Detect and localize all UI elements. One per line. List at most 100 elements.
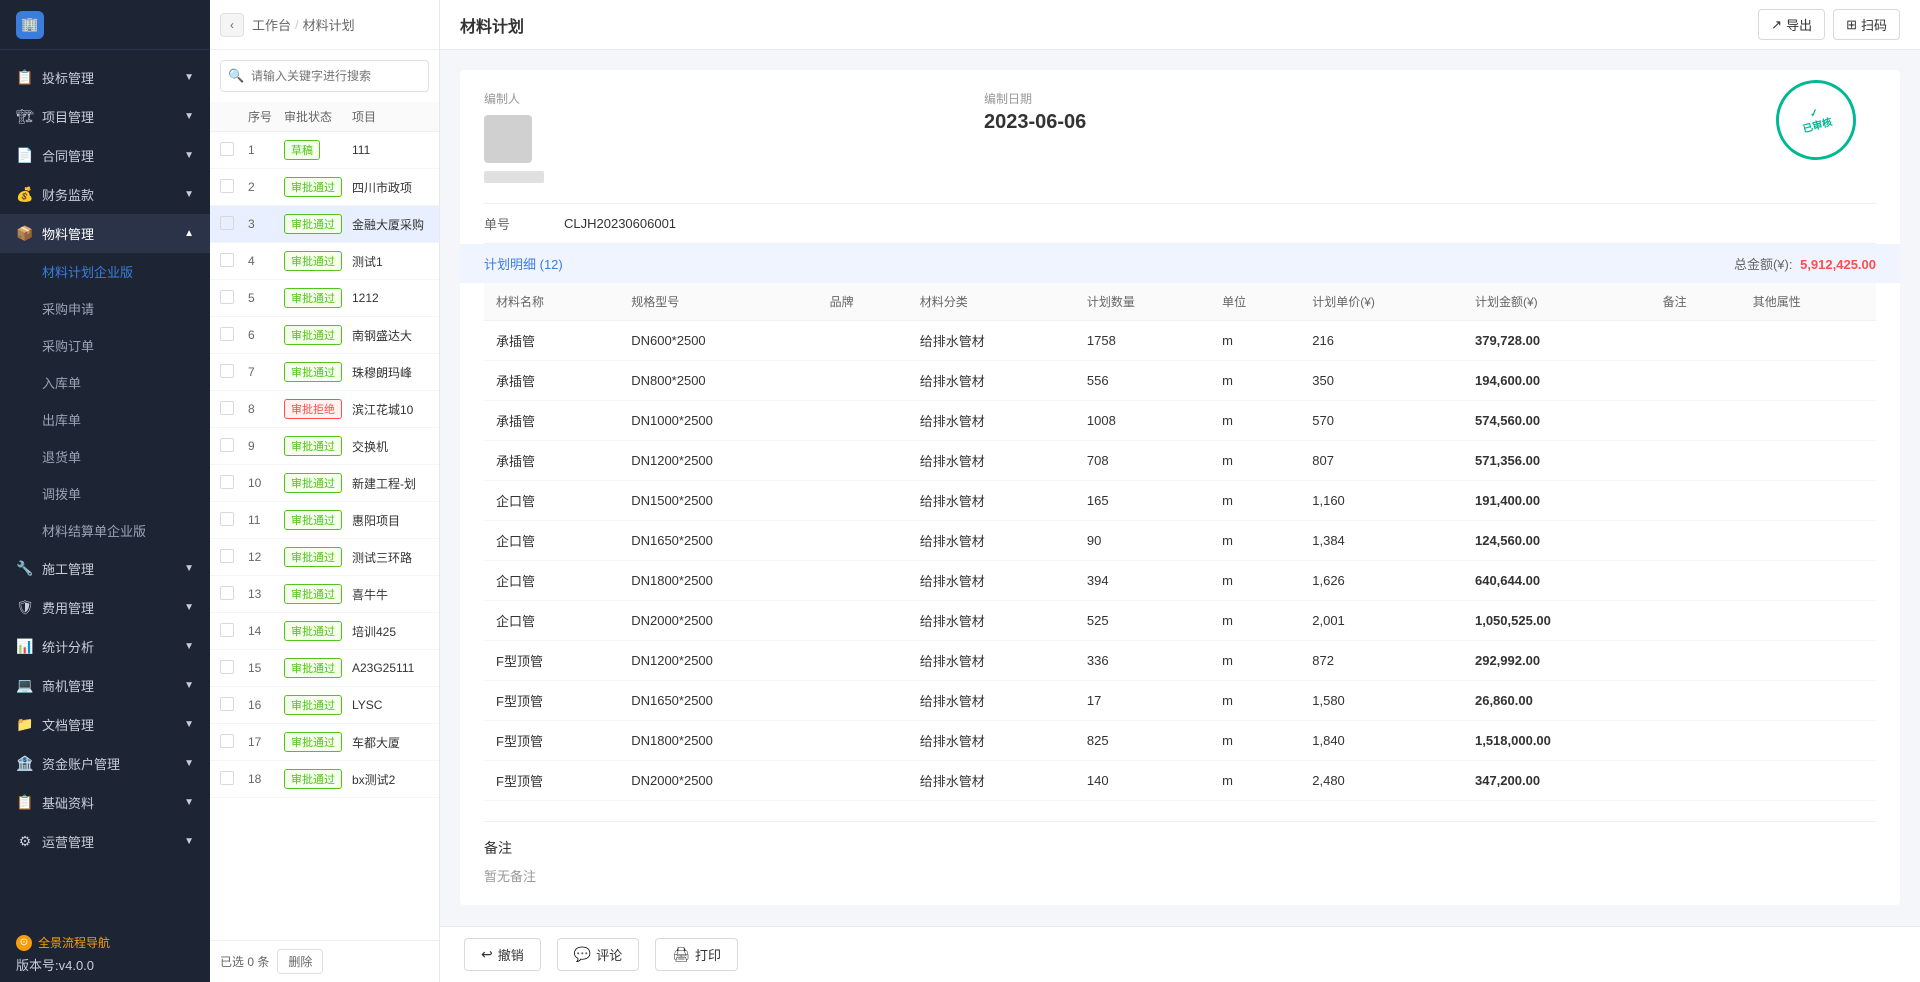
sidebar-item-machine-mgmt[interactable]: 💻 商机管理 ▼ <box>0 666 210 705</box>
list-item[interactable]: 12 审批通过 测试三环路 <box>210 539 439 576</box>
sidebar-item-fee-mgmt[interactable]: 🛡 费用管理 ▼ <box>0 588 210 627</box>
list-item[interactable]: 11 审批通过 惠阳项目 <box>210 502 439 539</box>
list-item[interactable]: 14 审批通过 培训425 <box>210 613 439 650</box>
row-checkbox[interactable] <box>220 549 234 563</box>
sidebar-item-stats-analysis[interactable]: 📊 统计分析 ▼ <box>0 627 210 666</box>
list-item[interactable]: 8 审批拒绝 滨江花城10 <box>210 391 439 428</box>
list-item[interactable]: 4 审批通过 测试1 <box>210 243 439 280</box>
td-name: 企口管 <box>484 481 619 521</box>
sidebar-item-account-mgmt[interactable]: 🏦 资金账户管理 ▼ <box>0 744 210 783</box>
row-checkbox[interactable] <box>220 364 234 378</box>
sidebar-item-label: 资金账户管理 <box>42 754 120 773</box>
row-status: 审批通过 <box>284 325 344 345</box>
td-other <box>1741 681 1876 721</box>
global-nav-dot: ⊙ <box>16 935 32 951</box>
sidebar-item-basic-data[interactable]: 📋 基础资料 ▼ <box>0 783 210 822</box>
td-unit-price: 1,160 <box>1300 481 1463 521</box>
row-checkbox[interactable] <box>220 290 234 304</box>
sidebar-sub-item-material-plan[interactable]: 材料计划 企业版 <box>0 253 210 290</box>
td-note <box>1651 601 1741 641</box>
plan-total-label: 总金额(¥): <box>1734 257 1793 272</box>
td-category: 给排水管材 <box>908 321 1075 361</box>
td-other <box>1741 361 1876 401</box>
row-checkbox[interactable] <box>220 253 234 267</box>
sidebar-sub-item-label: 采购订单 <box>42 336 94 355</box>
global-nav[interactable]: ⊙ 全景流程导航 <box>16 934 194 951</box>
row-checkbox[interactable] <box>220 327 234 341</box>
sidebar-item-finance-monitor[interactable]: 💰 财务监款 ▼ <box>0 175 210 214</box>
row-project: 南钢盛达大 <box>352 327 429 344</box>
sidebar-sub-item-purchase-order[interactable]: 采购订单 <box>0 327 210 364</box>
list-item[interactable]: 13 审批通过 喜牛牛 <box>210 576 439 613</box>
sidebar-sub-item-inbound[interactable]: 入库单 <box>0 364 210 401</box>
td-unit-price: 216 <box>1300 321 1463 361</box>
td-name: 承插管 <box>484 441 619 481</box>
table-row: 承插管 DN800*2500 给排水管材 556 m 350 194,600.0… <box>484 361 1876 401</box>
row-checkbox[interactable] <box>220 475 234 489</box>
sidebar-sub-item-purchase-apply[interactable]: 采购申请 <box>0 290 210 327</box>
scan-button[interactable]: ⊞ 扫码 <box>1833 9 1900 40</box>
collapse-button[interactable]: ‹ <box>220 13 244 37</box>
td-note <box>1651 681 1741 721</box>
row-project: 测试1 <box>352 253 429 270</box>
cancel-button[interactable]: ↩ 撤销 <box>464 938 541 971</box>
td-brand <box>818 561 908 601</box>
table-row: 企口管 DN1650*2500 给排水管材 90 m 1,384 124,560… <box>484 521 1876 561</box>
sidebar-item-bid-mgmt[interactable]: 📋 投标管理 ▼ <box>0 58 210 97</box>
list-item[interactable]: 6 审批通过 南钢盛达大 <box>210 317 439 354</box>
row-num: 18 <box>248 772 276 786</box>
table-row: 承插管 DN600*2500 给排水管材 1758 m 216 379,728.… <box>484 321 1876 361</box>
row-checkbox[interactable] <box>220 697 234 711</box>
row-num: 15 <box>248 661 276 675</box>
row-checkbox[interactable] <box>220 734 234 748</box>
row-checkbox[interactable] <box>220 142 234 156</box>
search-input[interactable] <box>220 60 429 92</box>
sidebar-sub-item-return-goods[interactable]: 退货单 <box>0 438 210 475</box>
arrow-icon: ▲ <box>184 228 194 239</box>
list-item[interactable]: 18 审批通过 bx测试2 <box>210 761 439 798</box>
td-qty: 825 <box>1075 721 1210 761</box>
logo-icon: 🏢 <box>16 11 44 39</box>
row-checkbox[interactable] <box>220 586 234 600</box>
td-total: 191,400.00 <box>1463 481 1651 521</box>
list-item[interactable]: 5 审批通过 1212 <box>210 280 439 317</box>
sidebar-item-construction-mgmt[interactable]: 🔧 施工管理 ▼ <box>0 549 210 588</box>
export-button[interactable]: ↗ 导出 <box>1758 9 1825 40</box>
td-qty: 708 <box>1075 441 1210 481</box>
sidebar-item-doc-mgmt[interactable]: 📁 文档管理 ▼ <box>0 705 210 744</box>
sidebar-item-contract-mgmt[interactable]: 📄 合同管理 ▼ <box>0 136 210 175</box>
print-button[interactable]: 🖨 打印 <box>655 938 738 971</box>
sidebar-sub-item-outbound[interactable]: 出库单 <box>0 401 210 438</box>
row-num: 7 <box>248 365 276 379</box>
row-checkbox[interactable] <box>220 512 234 526</box>
row-checkbox[interactable] <box>220 623 234 637</box>
list-item[interactable]: 7 审批通过 珠穆朗玛峰 <box>210 354 439 391</box>
plan-table-header-row: 材料名称 规格型号 品牌 材料分类 计划数量 单位 计划单价(¥) 计划金额(¥… <box>484 283 1876 321</box>
row-checkbox[interactable] <box>220 660 234 674</box>
list-item[interactable]: 9 审批通过 交换机 <box>210 428 439 465</box>
comment-button[interactable]: 💬 评论 <box>557 938 639 971</box>
td-other <box>1741 641 1876 681</box>
sidebar-sub-item-label: 材料计划 <box>42 262 94 281</box>
sidebar-sub-item-material-settle[interactable]: 材料结算单 企业版 <box>0 512 210 549</box>
list-item[interactable]: 1 草稿 111 <box>210 132 439 169</box>
row-checkbox[interactable] <box>220 771 234 785</box>
row-checkbox[interactable] <box>220 438 234 452</box>
delete-button[interactable]: 删除 <box>277 949 323 974</box>
th-unit: 单位 <box>1210 283 1300 321</box>
list-item[interactable]: 10 审批通过 新建工程-划 <box>210 465 439 502</box>
row-checkbox[interactable] <box>220 216 234 230</box>
list-item[interactable]: 15 审批通过 A23G25111 <box>210 650 439 687</box>
row-checkbox[interactable] <box>220 401 234 415</box>
sidebar-sub-item-adjust[interactable]: 调拨单 <box>0 475 210 512</box>
td-note <box>1651 481 1741 521</box>
list-item[interactable]: 16 审批通过 LYSC <box>210 687 439 724</box>
list-item[interactable]: 17 审批通过 车都大厦 <box>210 724 439 761</box>
list-item[interactable]: 2 审批通过 四川市政项 <box>210 169 439 206</box>
sidebar-item-ops-mgmt[interactable]: ⚙ 运营管理 ▼ <box>0 822 210 861</box>
list-item[interactable]: 3 审批通过 金融大厦采购 <box>210 206 439 243</box>
row-checkbox[interactable] <box>220 179 234 193</box>
sidebar-item-material-mgmt[interactable]: 📦 物料管理 ▲ <box>0 214 210 253</box>
td-category: 给排水管材 <box>908 401 1075 441</box>
sidebar-item-project-mgmt[interactable]: 🏗 项目管理 ▼ <box>0 97 210 136</box>
